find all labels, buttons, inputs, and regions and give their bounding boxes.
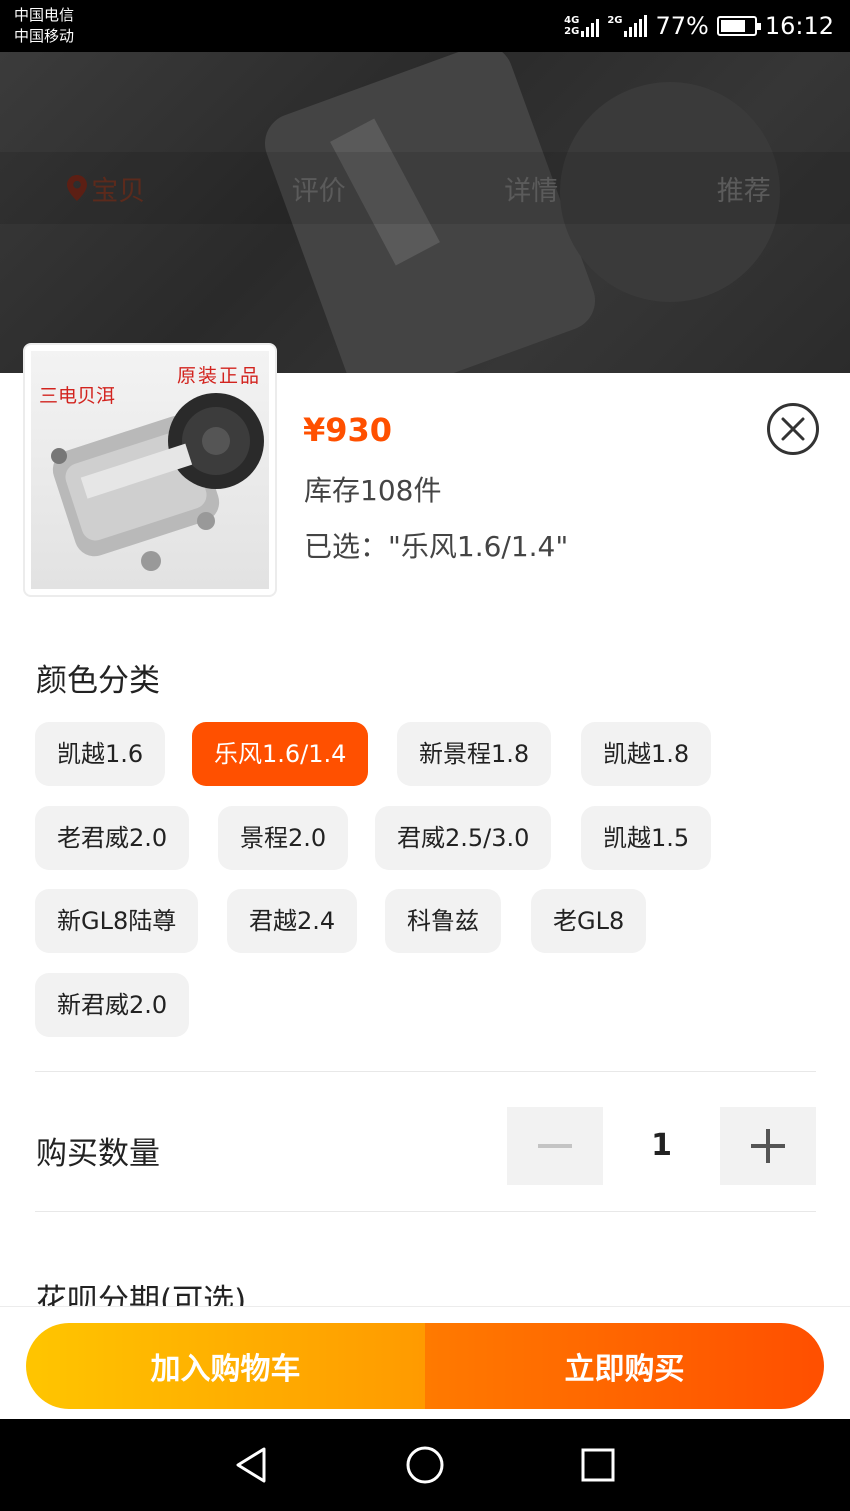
quantity-increase-button[interactable] bbox=[720, 1107, 816, 1185]
app-screen: 中国电信 中国移动 4G 2G 2G 77% 16:12 宝贝 评价 详情 推荐… bbox=[0, 0, 850, 1511]
battery-icon bbox=[716, 16, 761, 36]
signal-bars-icon bbox=[624, 15, 648, 37]
sku-selection-sheet: 三电贝洱 原装正品 ¥930 库存108件 已选："乐风1.6/1.4" 颜色分… bbox=[0, 343, 850, 1419]
tab-label: 宝贝 bbox=[91, 175, 146, 207]
tab-label: 详情 bbox=[504, 175, 559, 207]
signal-bars-icon bbox=[581, 15, 600, 37]
installment-title: 花呗分期(可选) bbox=[36, 1283, 247, 1307]
carrier-2: 中国移动 bbox=[14, 27, 75, 45]
battery-percent: 77% bbox=[655, 12, 709, 40]
image-caption-genuine: 原装正品 bbox=[176, 365, 261, 387]
tab-recommend[interactable]: 推荐 bbox=[638, 169, 850, 208]
back-icon[interactable] bbox=[230, 1443, 274, 1487]
quantity-value[interactable]: 1 bbox=[603, 1107, 720, 1185]
add-to-cart-button[interactable]: 加入购物车 bbox=[26, 1323, 425, 1409]
price: ¥930 bbox=[303, 411, 393, 449]
signal-2: 2G bbox=[607, 15, 648, 37]
signal-1: 4G 2G bbox=[564, 15, 600, 37]
network-type-2: 2G bbox=[607, 15, 623, 26]
tab-label: 评价 bbox=[291, 175, 346, 207]
background-tab-bar: 宝贝 评价 详情 推荐 bbox=[0, 152, 850, 224]
image-caption-brand: 三电贝洱 bbox=[39, 385, 116, 407]
tab-details[interactable]: 详情 bbox=[425, 169, 638, 208]
network-type-1: 4G 2G bbox=[564, 15, 579, 37]
tab-label: 推荐 bbox=[716, 175, 771, 207]
color-section-title: 颜色分类 bbox=[36, 663, 160, 699]
divider bbox=[35, 1071, 816, 1072]
color-option[interactable]: 凯越1.5 bbox=[581, 806, 712, 870]
net-1-bottom: 2G bbox=[564, 26, 580, 37]
minus-icon bbox=[538, 1144, 572, 1148]
close-icon[interactable] bbox=[766, 402, 820, 456]
quantity-label: 购买数量 bbox=[36, 1136, 160, 1172]
recents-icon[interactable] bbox=[576, 1443, 620, 1487]
status-bar: 中国电信 中国移动 4G 2G 2G 77% 16:12 bbox=[0, 0, 850, 52]
home-icon[interactable] bbox=[403, 1443, 447, 1487]
plus-icon bbox=[751, 1129, 785, 1163]
product-thumbnail[interactable]: 三电贝洱 原装正品 bbox=[23, 343, 277, 597]
status-indicators: 4G 2G 2G 77% 16:12 bbox=[564, 8, 834, 44]
clock: 16:12 bbox=[764, 12, 834, 40]
tab-baobei[interactable]: 宝贝 bbox=[0, 169, 213, 208]
color-option[interactable]: 科鲁兹 bbox=[385, 889, 501, 953]
color-option[interactable]: 老GL8 bbox=[531, 889, 647, 953]
divider bbox=[35, 1211, 816, 1212]
color-option-selected[interactable]: 乐风1.6/1.4 bbox=[192, 722, 369, 786]
color-option[interactable]: 新君威2.0 bbox=[35, 973, 190, 1037]
color-option[interactable]: 君越2.4 bbox=[227, 889, 358, 953]
color-option[interactable]: 凯越1.8 bbox=[581, 722, 712, 786]
tab-reviews[interactable]: 评价 bbox=[213, 169, 426, 208]
color-option[interactable]: 新GL8陆尊 bbox=[35, 889, 199, 953]
selected-option-summary: 已选："乐风1.6/1.4" bbox=[304, 530, 569, 563]
carrier-names: 中国电信 中国移动 bbox=[14, 5, 74, 47]
system-navigation-bar bbox=[0, 1419, 850, 1511]
action-bar-border bbox=[0, 1306, 850, 1307]
color-option[interactable]: 凯越1.6 bbox=[35, 722, 166, 786]
purchase-actions: 加入购物车 立即购买 bbox=[26, 1323, 824, 1409]
stock-count: 库存108件 bbox=[304, 474, 442, 507]
color-option[interactable]: 景程2.0 bbox=[218, 806, 349, 870]
color-option[interactable]: 新景程1.8 bbox=[397, 722, 552, 786]
color-option[interactable]: 君威2.5/3.0 bbox=[375, 806, 552, 870]
color-option[interactable]: 老君威2.0 bbox=[35, 806, 190, 870]
product-page-background[interactable]: 宝贝 评价 详情 推荐 bbox=[0, 52, 850, 373]
buy-now-button[interactable]: 立即购买 bbox=[425, 1323, 824, 1409]
quantity-decrease-button[interactable] bbox=[507, 1107, 603, 1185]
carrier-1: 中国电信 bbox=[14, 6, 75, 24]
net-1-top: 4G bbox=[564, 15, 580, 26]
product-image: 三电贝洱 原装正品 bbox=[31, 351, 269, 589]
location-pin-icon bbox=[67, 175, 88, 201]
